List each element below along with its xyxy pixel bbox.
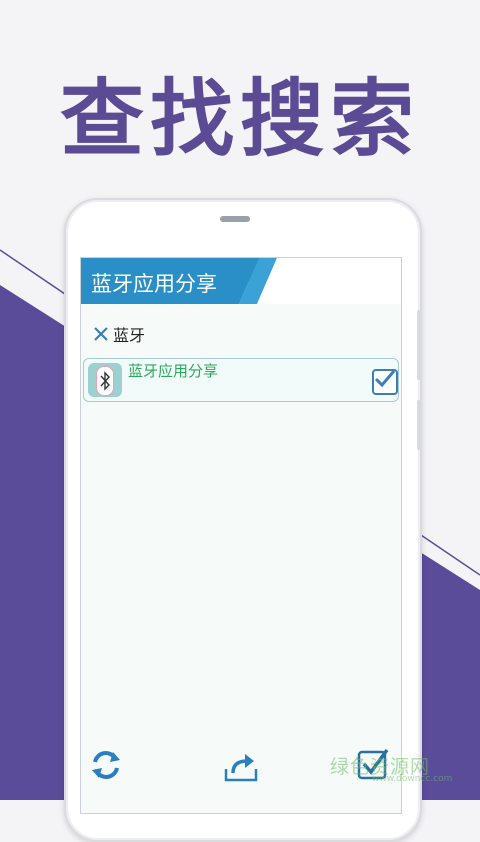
refresh-icon[interactable] [89,748,123,786]
list-item-label: 蓝牙应用分享 [128,362,219,380]
headline-title: 查找搜索 [59,70,420,168]
watermark-url: www.downcc.com [372,774,453,784]
list-item[interactable]: 蓝牙应用分享 [83,358,399,402]
phone-speaker [220,216,250,222]
search-bar [83,318,399,352]
close-icon[interactable] [91,324,111,344]
item-checkbox[interactable] [372,369,398,395]
bluetooth-icon [88,363,122,397]
search-input[interactable] [113,322,363,346]
app-screen: 蓝牙应用分享 蓝牙应用分享 [80,257,402,814]
app-title: 蓝牙应用分享 [91,272,217,296]
share-icon[interactable] [223,751,259,787]
phone-side-button [417,310,421,380]
phone-side-button [417,400,421,450]
phone-frame: 蓝牙应用分享 蓝牙应用分享 [64,198,422,842]
